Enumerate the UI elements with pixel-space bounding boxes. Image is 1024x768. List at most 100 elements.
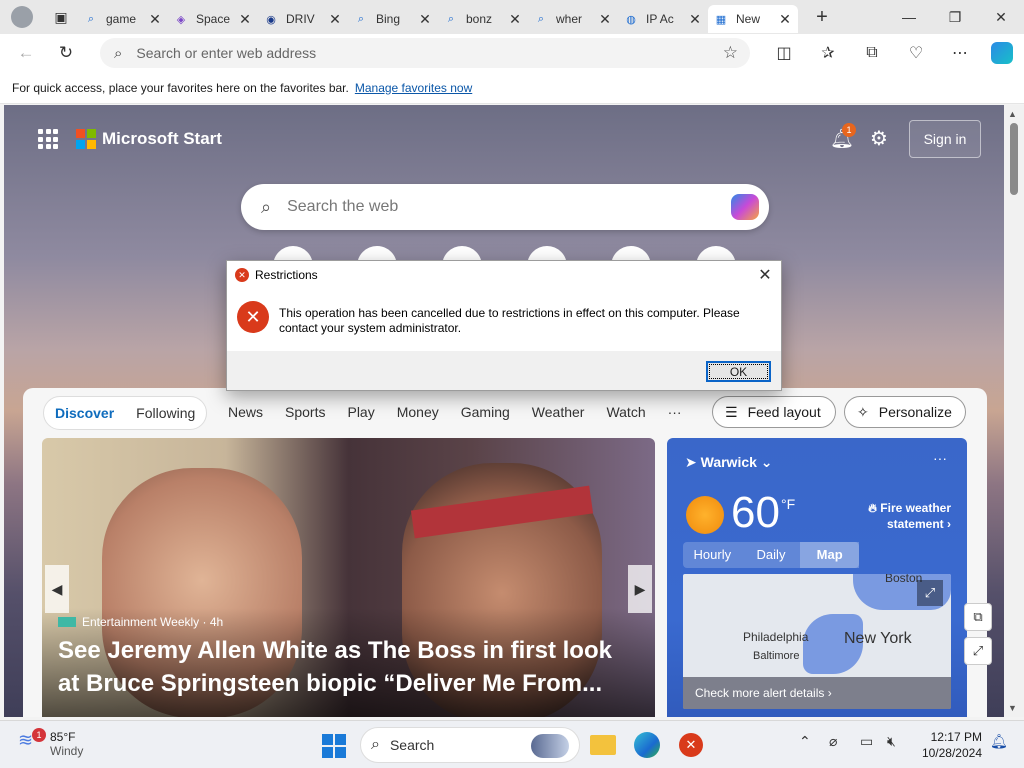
close-tab-icon[interactable]: ✕ <box>778 11 792 28</box>
tab-following[interactable]: Following <box>125 405 206 421</box>
tab-1[interactable]: ⌕ game ✕ <box>78 5 168 33</box>
copilot-icon[interactable] <box>986 37 1018 69</box>
dialog-message: This operation has been cancelled due to… <box>279 306 740 335</box>
tab-2[interactable]: ◈ Space ✕ <box>168 5 258 33</box>
sliders-icon: ☰ <box>725 403 738 420</box>
close-tab-icon[interactable]: ✕ <box>238 11 252 28</box>
search-highlight-image <box>531 734 569 758</box>
show-hidden-icons[interactable]: ⌃ <box>799 733 811 750</box>
feed-layout-button[interactable]: ☰ Feed layout <box>712 396 836 428</box>
nav-watch[interactable]: Watch <box>606 404 645 420</box>
volume-icon[interactable]: 🔇︎ <box>887 733 896 750</box>
back-icon[interactable]: ← <box>10 37 42 69</box>
weather-unit[interactable]: °F <box>781 496 795 512</box>
fire-weather-alert[interactable]: 🔥︎ Fire weather statement › <box>851 500 951 532</box>
hero-article-card[interactable]: ◀ ▶ Entertainment Weekly · 4h See Jeremy… <box>42 438 655 717</box>
error-icon: ✕ <box>237 301 269 333</box>
scrollbar-thumb[interactable] <box>1010 123 1018 195</box>
carousel-next-button[interactable]: ▶ <box>628 565 652 613</box>
notification-bell-icon[interactable]: 🔔︎ <box>990 733 1008 750</box>
sunny-icon <box>686 496 724 534</box>
collections-icon[interactable]: ⧉ <box>856 37 888 69</box>
search-icon: ⌕ <box>357 12 365 25</box>
address-input[interactable]: ⌕ Search or enter web address ☆ <box>100 38 750 68</box>
clock-time: 12:17 PM <box>930 730 982 744</box>
window-controls: — ❐ ✕ <box>886 0 1024 34</box>
web-search-input[interactable]: ⌕ Search the web <box>241 184 769 230</box>
split-screen-icon[interactable]: ◫ <box>768 37 800 69</box>
globe-icon: ◍ <box>626 13 636 26</box>
new-tab-button[interactable]: + <box>806 1 838 33</box>
close-window-icon[interactable]: ✕ <box>978 0 1024 34</box>
start-windows-icon[interactable] <box>322 734 346 758</box>
close-tab-icon[interactable]: ✕ <box>688 11 702 28</box>
tab-daily[interactable]: Daily <box>742 542 801 568</box>
copilot-icon[interactable] <box>731 194 759 220</box>
tab-discover[interactable]: Discover <box>44 405 125 421</box>
expand-map-icon[interactable]: ⤢ <box>917 580 943 606</box>
manage-favorites-link[interactable]: Manage favorites now <box>355 81 472 95</box>
weather-more-icon[interactable]: ··· <box>933 450 947 466</box>
profile-icon[interactable] <box>0 1 44 33</box>
favorite-star-icon[interactable]: ☆ <box>723 43 738 63</box>
dialog-close-icon[interactable]: ✕ <box>755 265 775 285</box>
weather-location[interactable]: ➤ Warwick ⌄ <box>685 454 773 471</box>
circle-icon: ◉ <box>266 13 276 26</box>
expand-icon[interactable]: ⤢ <box>964 637 992 665</box>
file-explorer-icon[interactable] <box>587 729 619 761</box>
dialog-body: ✕ This operation has been cancelled due … <box>227 289 781 351</box>
close-tab-icon[interactable]: ✕ <box>418 11 432 28</box>
feedback-icon[interactable]: ⧉ <box>964 603 992 631</box>
tab-map[interactable]: Map <box>800 542 860 568</box>
settings-gear-icon[interactable]: ⚙ <box>870 126 888 151</box>
close-tab-icon[interactable]: ✕ <box>508 11 522 28</box>
nav-news[interactable]: News <box>228 404 263 420</box>
restore-icon[interactable]: ❐ <box>932 0 978 34</box>
nav-weather[interactable]: Weather <box>532 404 585 420</box>
close-tab-icon[interactable]: ✕ <box>328 11 342 28</box>
feed-nav: News Sports Play Money Gaming Weather Wa… <box>228 404 704 420</box>
weather-map[interactable]: Boston Philadelphia New York Baltimore ⤢… <box>683 574 951 709</box>
network-icon[interactable]: ⌀ <box>829 733 837 750</box>
tab-4[interactable]: ⌕ Bing ✕ <box>348 5 438 33</box>
error-app-icon[interactable]: ✕ <box>675 729 707 761</box>
map-label-baltimore: Baltimore <box>753 650 800 662</box>
app-launcher-icon[interactable] <box>38 129 58 149</box>
taskbar-weather-widget[interactable]: ≋ 1 85°F Windy <box>18 728 84 758</box>
display-icon[interactable]: ▭ <box>860 733 873 750</box>
brand-title[interactable]: Microsoft Start <box>102 129 222 149</box>
taskbar-search-input[interactable]: ⌕ Search <box>360 727 580 763</box>
alert-details-link[interactable]: Check more alert details › <box>683 677 951 709</box>
minimize-icon[interactable]: — <box>886 0 932 34</box>
nav-more[interactable]: ··· <box>668 404 682 420</box>
personalize-button[interactable]: ✧ Personalize <box>844 396 966 428</box>
tab-3[interactable]: ◉ DRIV ✕ <box>258 5 348 33</box>
edge-browser-icon[interactable] <box>631 729 663 761</box>
sign-in-button[interactable]: Sign in <box>909 120 981 158</box>
system-clock[interactable]: 12:17 PM 10/28/2024 <box>914 729 982 761</box>
favorites-bar-text: For quick access, place your favorites h… <box>12 80 349 95</box>
refresh-icon[interactable]: ↻ <box>50 37 82 69</box>
nav-play[interactable]: Play <box>347 404 374 420</box>
close-tab-icon[interactable]: ✕ <box>598 11 612 28</box>
nav-gaming[interactable]: Gaming <box>461 404 510 420</box>
article-headline[interactable]: See Jeremy Allen White as The Boss in fi… <box>58 634 638 700</box>
tab-7[interactable]: ◍ IP Ac ✕ <box>618 5 708 33</box>
carousel-prev-button[interactable]: ◀ <box>45 565 69 613</box>
tab-6[interactable]: ⌕ wher ✕ <box>528 5 618 33</box>
weather-condition: Windy <box>50 744 84 758</box>
nav-money[interactable]: Money <box>397 404 439 420</box>
browser-essentials-icon[interactable]: ♡ <box>900 37 932 69</box>
more-menu-icon[interactable]: ⋯ <box>944 37 976 69</box>
ok-button[interactable]: OK <box>706 361 771 382</box>
tab-8[interactable]: ▦ New ✕ <box>708 5 798 33</box>
search-icon: ⌕ <box>447 12 455 25</box>
page-scrollbar[interactable]: ▲ ▼ <box>1004 105 1024 717</box>
tab-5[interactable]: ⌕ bonz ✕ <box>438 5 528 33</box>
tab-actions-icon[interactable]: ▣ <box>44 1 78 33</box>
favorites-icon[interactable]: ✰ <box>812 37 844 69</box>
nav-sports[interactable]: Sports <box>285 404 325 420</box>
tab-hourly[interactable]: Hourly <box>683 542 742 568</box>
search-icon: ⌕ <box>87 12 95 25</box>
close-tab-icon[interactable]: ✕ <box>148 11 162 28</box>
